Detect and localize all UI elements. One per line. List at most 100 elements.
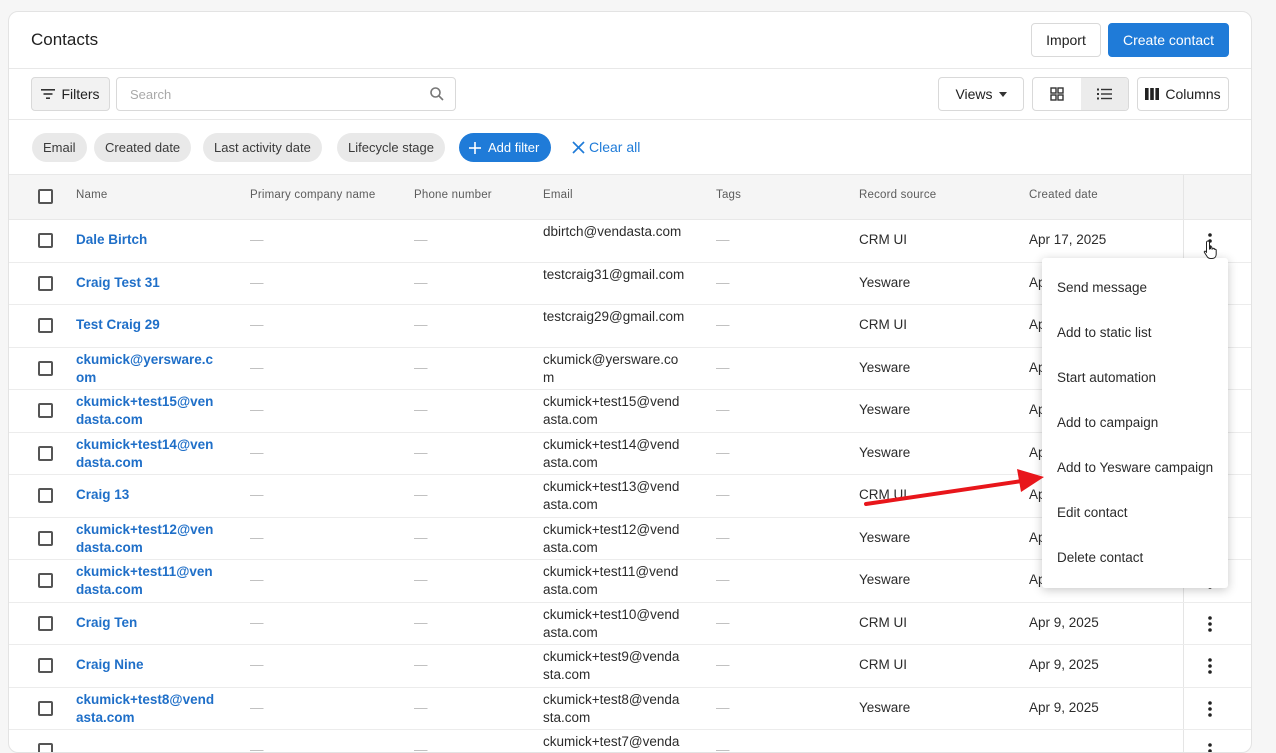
contact-name-link[interactable]: ckumick+test8@vendasta.com [76, 691, 218, 727]
chip-lifecycle-stage[interactable]: Lifecycle stage [337, 133, 445, 162]
create-contact-button[interactable]: Create contact [1108, 23, 1229, 57]
phone-cell: — [414, 274, 428, 290]
more-vertical-icon [1208, 743, 1212, 752]
add-filter-label: Add filter [488, 140, 540, 155]
row-checkbox[interactable] [38, 530, 53, 546]
column-header-company[interactable]: Primary company name [250, 189, 375, 201]
more-options-button[interactable] [1204, 699, 1216, 719]
grid-view-button[interactable] [1033, 78, 1081, 110]
list-view-button[interactable] [1080, 78, 1128, 110]
contact-name-link[interactable]: Craig Nine [76, 656, 218, 674]
menu-item-delete-contact[interactable]: Delete contact [1042, 535, 1228, 580]
table-row[interactable]: ckumick+test8@vendasta.com — — ckumick+test… [9, 687, 1251, 730]
email-cell: ckumick+test11@vendasta.com [543, 564, 679, 597]
company-cell: — [250, 444, 264, 460]
row-checkbox[interactable] [38, 743, 53, 752]
column-header-phone[interactable]: Phone number [414, 189, 492, 201]
row-checkbox[interactable] [38, 573, 53, 588]
email-cell: ckumick+test13@vendasta.com [543, 479, 680, 512]
phone-cell: — [414, 487, 428, 502]
tags-cell: — [716, 359, 730, 375]
menu-item-add-to-yesware-campaign[interactable]: Add to Yesware campaign [1042, 445, 1228, 490]
record-source-cell: CRM UI [859, 317, 907, 332]
record-source-cell: CRM UI [859, 232, 907, 247]
select-all-checkbox[interactable] [38, 189, 53, 204]
chip-last-activity-date[interactable]: Last activity date [203, 133, 322, 162]
menu-item-start-automation[interactable]: Start automation [1042, 355, 1228, 400]
column-header-name[interactable]: Name [76, 189, 107, 201]
table-row[interactable]: — — ckumick+test7@venda — [9, 730, 1251, 753]
record-source-cell: Yesware [859, 444, 911, 460]
contact-name-link[interactable]: ckumick+test12@vendasta.com [76, 521, 218, 557]
table-row[interactable]: Dale Birtch — — dbirtch@vendasta.com — CRM UI… [9, 220, 1251, 263]
phone-cell: — [414, 572, 428, 587]
contact-name-link[interactable]: Dale Birtch [76, 231, 218, 249]
email-cell: dbirtch@vendasta.com [543, 224, 682, 239]
actions-cell [1183, 602, 1251, 644]
contact-name-link[interactable]: Craig 13 [76, 486, 218, 504]
row-checkbox[interactable] [38, 275, 53, 291]
menu-item-add-to-static-list[interactable]: Add to static list [1042, 310, 1228, 355]
menu-item-send-message[interactable]: Send message [1042, 265, 1228, 310]
contact-name-link[interactable]: Craig Ten [76, 614, 218, 632]
email-cell: ckumick+test14@vendasta.com [543, 436, 680, 470]
contact-name-link[interactable]: ckumick+test14@vendasta.com [76, 436, 218, 472]
column-header-created-date[interactable]: Created date [1029, 189, 1098, 201]
created-date-cell: Apr 9, 2025 [1029, 614, 1099, 630]
company-cell: — [250, 232, 264, 247]
page-title: Contacts [31, 30, 99, 49]
import-button[interactable]: Import [1031, 23, 1101, 57]
actions-cell [1183, 730, 1251, 752]
company-cell: — [250, 359, 264, 375]
row-checkbox[interactable] [38, 445, 53, 461]
clear-all-link[interactable]: Clear all [572, 139, 640, 155]
row-checkbox[interactable] [38, 403, 53, 418]
contact-name-link[interactable]: Test Craig 29 [76, 316, 218, 334]
contact-name-link[interactable]: ckumick+test11@vendasta.com [76, 563, 218, 599]
row-actions-menu: Send message Add to static list Start auto… [1042, 258, 1228, 588]
tags-cell: — [716, 274, 730, 290]
tags-cell: — [716, 614, 730, 630]
column-header-email[interactable]: Email [543, 189, 573, 201]
clear-all-label: Clear all [589, 139, 641, 155]
more-options-button[interactable] [1204, 614, 1216, 634]
views-label: Views [955, 86, 993, 102]
row-checkbox[interactable] [38, 488, 53, 503]
columns-button[interactable]: Columns [1137, 77, 1229, 111]
menu-item-add-to-campaign[interactable]: Add to campaign [1042, 400, 1228, 445]
actions-cell [1183, 645, 1251, 687]
menu-item-edit-contact[interactable]: Edit contact [1042, 490, 1228, 535]
email-cell: testcraig29@gmail.com [543, 309, 685, 324]
filters-label: Filters [61, 86, 100, 102]
search-icon [430, 87, 444, 101]
add-filter-button[interactable]: Add filter [459, 133, 552, 162]
row-checkbox[interactable] [38, 700, 53, 716]
chip-created-date[interactable]: Created date [94, 133, 192, 162]
phone-cell: — [414, 742, 428, 753]
company-cell: — [250, 487, 264, 502]
tags-cell: — [716, 529, 730, 545]
contact-name-link[interactable]: ckumick+test15@vendasta.com [76, 393, 218, 429]
created-date-cell: Apr 17, 2025 [1029, 232, 1107, 247]
column-header-tags[interactable]: Tags [716, 189, 741, 201]
columns-icon [1145, 88, 1160, 100]
search-input[interactable] [128, 85, 422, 103]
list-icon [1096, 88, 1112, 100]
row-checkbox[interactable] [38, 615, 53, 631]
column-header-record-source[interactable]: Record source [859, 189, 936, 201]
page-header: Contacts Import Create contact [9, 12, 1251, 69]
more-options-button[interactable] [1204, 741, 1216, 752]
more-options-button[interactable] [1204, 656, 1216, 676]
row-checkbox[interactable] [38, 318, 53, 333]
row-checkbox[interactable] [38, 658, 53, 673]
filters-button[interactable]: Filters [31, 77, 110, 111]
contact-name-link[interactable]: ckumick@yersware.com [76, 351, 218, 387]
table-row[interactable]: Craig Ten — — ckumick+test10@vendasta.com — C… [9, 602, 1251, 645]
search-box[interactable] [116, 77, 456, 111]
views-dropdown[interactable]: Views [938, 77, 1024, 111]
row-checkbox[interactable] [38, 233, 53, 248]
row-checkbox[interactable] [38, 360, 53, 376]
table-row[interactable]: Craig Nine — — ckumick+test9@vendasta.com — C… [9, 645, 1251, 688]
chip-email[interactable]: Email [32, 133, 87, 162]
contact-name-link[interactable]: Craig Test 31 [76, 274, 218, 292]
